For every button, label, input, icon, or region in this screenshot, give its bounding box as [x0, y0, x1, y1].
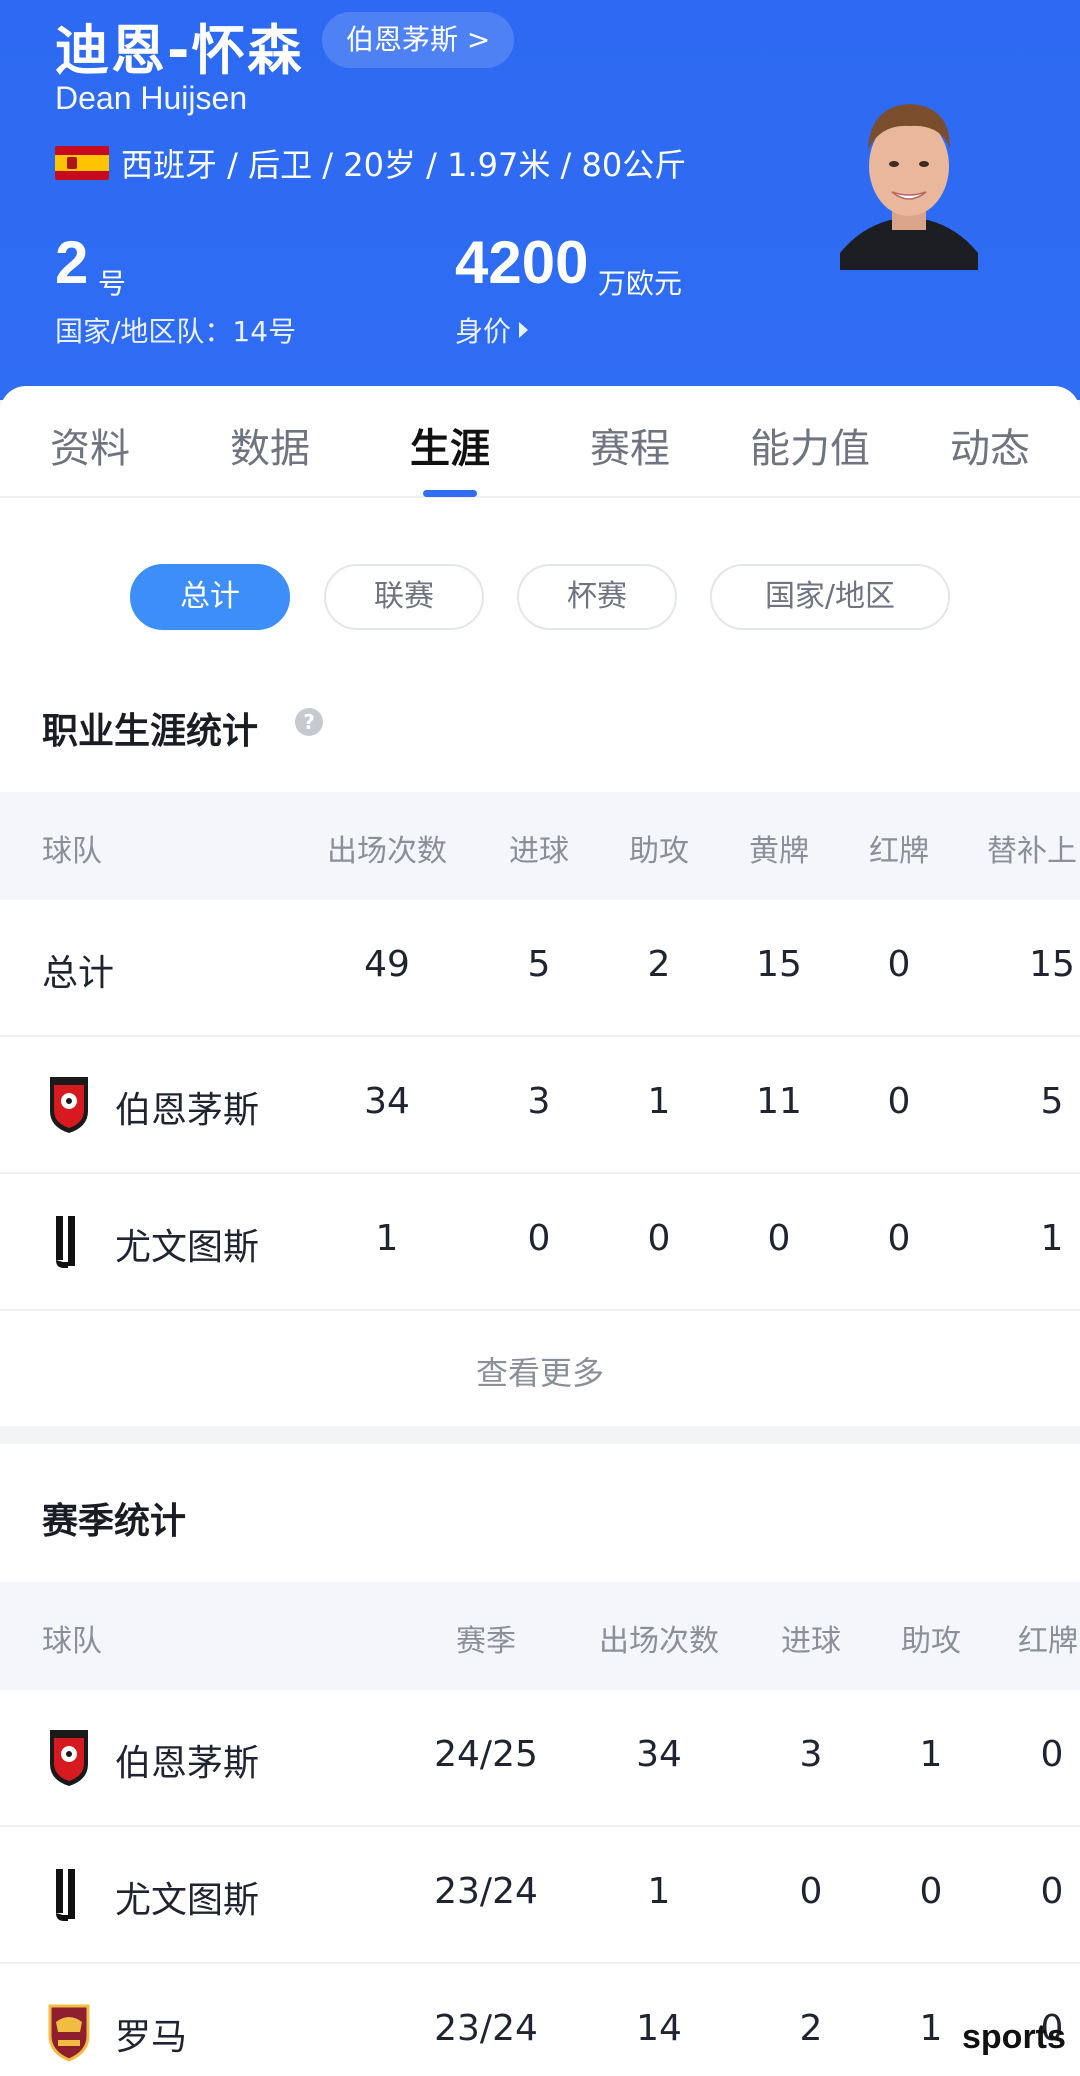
player-name: 迪恩-怀森	[55, 19, 304, 82]
filter-national[interactable]: 国家/地区	[710, 564, 950, 630]
career-section-title: 职业生涯统计	[42, 711, 259, 752]
cell-assists: 2	[647, 944, 671, 985]
col-red: 红牌	[1018, 1624, 1078, 1659]
season-card: 赛季统计 球队 赛季 出场次数 进球 助攻 红牌 伯恩茅斯 24/25 34 3…	[0, 1444, 1080, 2076]
tab-schedule[interactable]: 赛程	[590, 416, 670, 474]
col-goals: 进球	[509, 834, 569, 869]
bournemouth-logo-icon	[50, 1730, 88, 1786]
tab-career[interactable]: 生涯	[410, 416, 490, 474]
spain-flag-icon	[55, 146, 109, 180]
cell-assists: 1	[919, 1734, 943, 1775]
tab-ability[interactable]: 能力值	[750, 416, 870, 474]
cell-sub: 5	[1040, 1081, 1064, 1122]
col-apps: 出场次数	[599, 1624, 719, 1659]
tab-news[interactable]: 动态	[950, 416, 1030, 474]
cell-apps: 34	[636, 1734, 682, 1775]
cell-red: 0	[1040, 1871, 1064, 1912]
cell-red: 0	[887, 944, 911, 985]
cell-apps: 34	[364, 1081, 410, 1122]
col-team: 球队	[42, 1624, 102, 1659]
juventus-logo-icon	[56, 1216, 75, 1268]
col-assists: 助攻	[901, 1624, 961, 1659]
cell-season: 23/24	[434, 2008, 538, 2049]
cell-apps: 14	[636, 2008, 682, 2049]
season-section-title: 赛季统计	[42, 1501, 187, 1542]
player-photo	[840, 104, 978, 270]
cell-apps: 49	[364, 944, 410, 985]
row-team: 伯恩茅斯	[115, 1743, 260, 1784]
watermark: sports	[962, 2018, 1066, 2056]
col-season: 赛季	[456, 1624, 516, 1659]
player-english-name: Dean Huijsen	[55, 80, 248, 116]
row-team: 罗马	[115, 2017, 188, 2058]
col-assists: 助攻	[629, 834, 689, 869]
table-row[interactable]: 罗马 23/24 14 2 1 0	[0, 1964, 1080, 2076]
career-table-header: 球队 出场次数 进球 助攻 黄牌 红牌 替补上	[0, 792, 1080, 900]
filter-cup[interactable]: 杯赛	[517, 564, 677, 630]
cell-yellow: 11	[756, 1081, 802, 1122]
table-row[interactable]: 伯恩茅斯 24/25 34 3 1 0	[0, 1690, 1080, 1827]
tab-stats[interactable]: 数据	[230, 416, 310, 474]
cell-yellow: 0	[767, 1218, 791, 1259]
cell-red: 0	[887, 1081, 911, 1122]
table-row[interactable]: 尤文图斯 1 0 0 0 0 1	[0, 1174, 1080, 1311]
cell-sub: 15	[1029, 944, 1075, 985]
col-apps: 出场次数	[327, 834, 447, 869]
col-red: 红牌	[869, 834, 929, 869]
col-goals: 进球	[781, 1624, 841, 1659]
cell-goals: 0	[527, 1218, 551, 1259]
shirt-number-unit: 号	[98, 267, 127, 300]
tab-profile[interactable]: 资料	[50, 416, 130, 474]
national-team-number: 国家/地区队：14号	[55, 315, 297, 348]
roma-logo-icon	[48, 2004, 90, 2062]
cell-goals: 3	[527, 1081, 551, 1122]
cell-red: 0	[887, 1218, 911, 1259]
row-team: 总计	[42, 953, 115, 994]
cell-season: 24/25	[434, 1734, 538, 1775]
content-card: 资料 数据 生涯 赛程 能力值 动态 总计 联赛 杯赛 国家/地区 职业生涯统计…	[0, 386, 1080, 1426]
row-team: 尤文图斯	[115, 1880, 260, 1921]
player-info: 西班牙 / 后卫 / 20岁 / 1.97米 / 80公斤	[121, 146, 687, 184]
cell-assists: 0	[919, 1871, 943, 1912]
shirt-number: 2	[55, 229, 89, 296]
cell-assists: 1	[647, 1081, 671, 1122]
col-yellow: 黄牌	[749, 834, 809, 869]
market-value-unit: 万欧元	[598, 267, 683, 300]
table-row[interactable]: 总计 49 5 2 15 0 15	[0, 900, 1080, 1037]
juventus-logo-icon	[56, 1869, 75, 1921]
caret-right-icon	[519, 322, 529, 338]
cell-sub: 1	[1040, 1218, 1064, 1259]
bournemouth-logo-icon	[50, 1077, 88, 1133]
market-value-label: 身价	[455, 315, 512, 348]
season-table-header: 球队 赛季 出场次数 进球 助攻 红牌	[0, 1582, 1080, 1690]
col-team: 球队	[42, 834, 102, 869]
cell-season: 23/24	[434, 1871, 538, 1912]
cell-goals: 0	[799, 1871, 823, 1912]
player-info-row: 西班牙 / 后卫 / 20岁 / 1.97米 / 80公斤	[55, 140, 686, 186]
cell-yellow: 15	[756, 944, 802, 985]
filter-total[interactable]: 总计	[130, 564, 290, 630]
active-tab-indicator	[423, 490, 477, 497]
row-team: 伯恩茅斯	[115, 1090, 260, 1131]
view-more-button[interactable]: 查看更多	[0, 1348, 1080, 1394]
col-sub: 替补上	[987, 834, 1077, 869]
table-row[interactable]: 尤文图斯 23/24 1 0 0 0	[0, 1827, 1080, 1964]
player-header: 迪恩-怀森 伯恩茅斯 > Dean Huijsen 西班牙 / 后卫 / 20岁…	[0, 0, 1080, 400]
cell-red: 0	[1040, 1734, 1064, 1775]
row-team: 尤文图斯	[115, 1227, 260, 1268]
market-value: 4200	[455, 229, 589, 296]
table-row[interactable]: 伯恩茅斯 34 3 1 11 0 5	[0, 1037, 1080, 1174]
market-value-link[interactable]: 身价	[455, 310, 529, 350]
cell-apps: 1	[375, 1218, 399, 1259]
cell-goals: 2	[799, 2008, 823, 2049]
tab-bar: 资料 数据 生涯 赛程 能力值 动态	[0, 386, 1080, 498]
filter-league[interactable]: 联赛	[324, 564, 484, 630]
cell-assists: 1	[919, 2008, 943, 2049]
cell-apps: 1	[647, 1871, 671, 1912]
club-link-button[interactable]: 伯恩茅斯 >	[322, 12, 515, 68]
cell-goals: 5	[527, 944, 551, 985]
cell-assists: 0	[647, 1218, 671, 1259]
question-icon[interactable]: ?	[295, 708, 323, 736]
cell-goals: 3	[799, 1734, 823, 1775]
